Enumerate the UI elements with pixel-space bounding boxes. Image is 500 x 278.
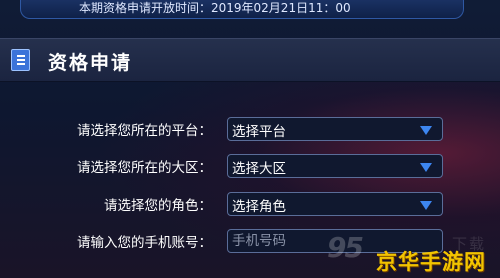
form-row-platform: 请选择您所在的平台： 选择平台 — [0, 117, 500, 141]
region-select-value: 选择大区 — [232, 161, 286, 177]
character-label: 请选择您的角色： — [104, 198, 212, 214]
section-title: 资格申请 — [48, 52, 133, 74]
platform-label: 请选择您所在的平台： — [77, 123, 212, 139]
region-label: 请选择您所在的大区： — [77, 160, 212, 176]
list-icon — [11, 49, 30, 71]
phone-label: 请输入您的手机账号： — [77, 235, 212, 251]
region-select[interactable]: 选择大区 — [227, 154, 443, 178]
application-period-banner: 本期资格申请开放时间：2019年02月21日11：00 — [20, 0, 464, 19]
character-select-value: 选择角色 — [232, 199, 286, 215]
character-select[interactable]: 选择角色 — [227, 192, 443, 216]
chevron-down-icon[interactable] — [420, 163, 432, 172]
platform-select[interactable]: 选择平台 — [227, 117, 443, 141]
chevron-down-icon[interactable] — [420, 201, 432, 210]
platform-select-value: 选择平台 — [232, 124, 286, 140]
section-header: 资格申请 — [0, 38, 500, 82]
chevron-down-icon[interactable] — [420, 126, 432, 135]
form-row-region: 请选择您所在的大区： 选择大区 — [0, 154, 500, 178]
form-row-character: 请选择您的角色： 选择角色 — [0, 192, 500, 216]
watermark-logo: 京华手游网 — [376, 250, 486, 274]
watermark-number: 95 — [327, 231, 364, 264]
